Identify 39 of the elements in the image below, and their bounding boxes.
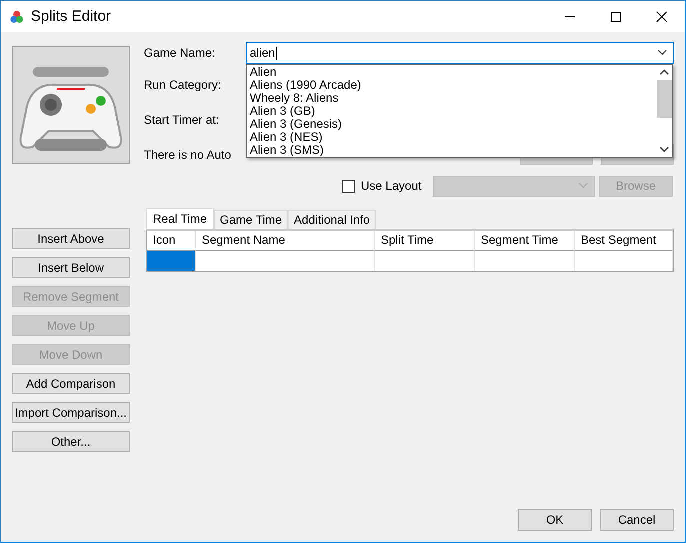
close-icon[interactable] bbox=[656, 10, 668, 22]
app-icon bbox=[10, 10, 24, 24]
side-button[interactable]: Insert Above bbox=[12, 228, 130, 249]
suggestion-item[interactable]: Aliens (1990 Arcade) bbox=[250, 79, 656, 92]
scroll-thumb[interactable] bbox=[656, 80, 672, 118]
suggestion-item[interactable]: Alien 3 (SMS) bbox=[250, 144, 656, 157]
column-header[interactable]: Best Segment bbox=[575, 231, 673, 251]
column-header[interactable]: Split Time bbox=[375, 231, 475, 251]
suggestion-item[interactable]: Alien 3 (Genesis) bbox=[250, 118, 656, 131]
field-label: Game Name: bbox=[144, 46, 216, 60]
dialog-button[interactable]: Cancel bbox=[600, 509, 674, 531]
side-button[interactable]: Other... bbox=[12, 431, 130, 452]
suggestion-item[interactable]: Alien 3 (GB) bbox=[250, 105, 656, 118]
side-button[interactable]: Add Comparison bbox=[12, 373, 130, 394]
field-label: Run Category: bbox=[144, 78, 222, 92]
checkbox-label: Use Layout bbox=[361, 179, 423, 193]
side-button[interactable]: Insert Below bbox=[12, 257, 130, 278]
caret-icon bbox=[579, 183, 588, 189]
scroll-down-icon[interactable] bbox=[660, 147, 668, 153]
side-button[interactable]: Import Comparison... bbox=[12, 402, 130, 423]
game-name-combo[interactable]: alien bbox=[246, 42, 674, 64]
table-cell[interactable] bbox=[147, 251, 196, 271]
window-title: Splits Editor bbox=[31, 8, 112, 25]
tab[interactable]: Additional Info bbox=[288, 210, 376, 229]
checkbox[interactable] bbox=[342, 180, 355, 192]
column-header[interactable]: Segment Time bbox=[475, 231, 575, 251]
suggestion-item[interactable]: Alien 3 (NES) bbox=[250, 131, 656, 144]
auto-splitter-message: There is no Auto bbox=[144, 148, 232, 162]
tab[interactable]: Real Time bbox=[146, 208, 214, 229]
field-label: Start Timer at: bbox=[144, 112, 220, 126]
scroll-up-icon[interactable] bbox=[660, 69, 668, 75]
suggestion-item[interactable]: Alien bbox=[250, 66, 656, 79]
column-header[interactable]: Segment Name bbox=[196, 231, 375, 251]
suggestion-item[interactable]: Wheely 8: Aliens bbox=[250, 92, 656, 105]
scrollbar[interactable] bbox=[656, 65, 672, 157]
dialog-button[interactable]: OK bbox=[518, 509, 592, 531]
caret-icon bbox=[658, 50, 667, 56]
tab[interactable]: Game Time bbox=[214, 210, 288, 229]
maximize-icon[interactable] bbox=[610, 10, 622, 22]
